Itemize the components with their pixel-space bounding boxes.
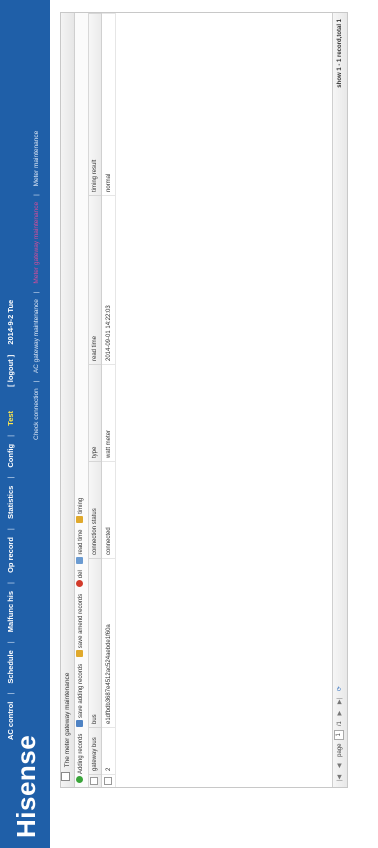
page-total: /1 xyxy=(337,721,343,727)
add-records-button[interactable]: Adding records xyxy=(75,734,88,783)
panel-title-bar: The meter gateway maintenance xyxy=(61,13,75,787)
table-header-row: gateway bus bus connection status type r… xyxy=(89,13,102,787)
page-label: page xyxy=(337,743,343,757)
select-all-checkbox[interactable] xyxy=(89,774,102,787)
save-amend-records-button[interactable]: save amend records xyxy=(75,594,88,658)
column-type[interactable]: type xyxy=(89,364,102,462)
edit-icon xyxy=(76,650,83,658)
add-icon xyxy=(76,776,83,783)
cell-connection-status: connected xyxy=(101,461,116,559)
column-gateway-bus[interactable]: gateway bus xyxy=(89,727,102,775)
cell-gateway-bus: 2 xyxy=(101,727,116,775)
cell-read-time: 2014-09-01 14:22:03 xyxy=(101,195,116,365)
nav-test[interactable]: Test xyxy=(6,411,15,426)
subnav-meter-maintenance[interactable]: Meter maintenance xyxy=(33,131,40,187)
column-connection-status[interactable]: connection status xyxy=(89,461,102,559)
next-page-button[interactable]: ▶ xyxy=(333,711,347,716)
logout-link[interactable]: [ logout ] xyxy=(6,355,15,387)
delete-icon xyxy=(76,580,83,588)
record-count: show 1 - 1 record,total 1 xyxy=(337,19,343,88)
maintenance-panel: The meter gateway maintenance Adding rec… xyxy=(60,12,348,788)
subnav-ac-gateway-maintenance[interactable]: AC gateway maintenance xyxy=(33,299,40,373)
clock-icon xyxy=(76,556,83,564)
meter-gateway-table: gateway bus bus connection status type r… xyxy=(89,13,116,787)
save-icon xyxy=(76,719,83,727)
nav-ac-control[interactable]: AC control xyxy=(6,702,15,740)
top-nav: AC control| Schedule| Malfunc his| Op re… xyxy=(6,299,15,740)
nav-config[interactable]: Config xyxy=(6,444,15,468)
read-time-button[interactable]: read time xyxy=(75,530,88,564)
prev-page-button[interactable]: ◀ xyxy=(333,764,347,769)
nav-op-record[interactable]: Op record xyxy=(6,537,15,573)
page-input[interactable]: 1 xyxy=(334,729,345,740)
refresh-icon[interactable]: ⟳ xyxy=(333,686,347,691)
column-timing-result[interactable]: timing result xyxy=(89,13,102,196)
cell-bus: e1dfbdb3687e4512ac524aebde1f60a xyxy=(101,558,116,728)
brand-logo: Hisense xyxy=(11,734,41,838)
app-screen: Hisense AC control| Schedule| Malfunc hi… xyxy=(0,0,378,848)
sub-nav: Check connection| AC gateway maintenance… xyxy=(33,130,40,440)
header-date: 2014-9-2 Tue xyxy=(6,299,15,345)
nav-statistics[interactable]: Statistics xyxy=(6,486,15,519)
cell-timing-result: normal xyxy=(101,13,116,196)
timing-button[interactable]: timing xyxy=(75,498,88,523)
subnav-check-connection[interactable]: Check connection xyxy=(33,388,40,440)
nav-schedule[interactable]: Schedule xyxy=(6,650,15,683)
header-bar: Hisense AC control| Schedule| Malfunc hi… xyxy=(0,0,50,848)
nav-malfunc-his[interactable]: Malfunc his xyxy=(6,591,15,632)
cell-type: watt meter xyxy=(101,364,116,462)
row-checkbox[interactable] xyxy=(101,774,116,787)
toolbar: Adding records save adding records save … xyxy=(75,13,89,787)
last-page-button[interactable]: ▶| xyxy=(333,698,347,704)
column-read-time[interactable]: read time xyxy=(89,195,102,365)
delete-button[interactable]: del xyxy=(75,570,88,588)
subnav-meter-gateway-maintenance[interactable]: Meter gateway maintenance xyxy=(33,202,40,284)
panel-collapse-checkbox[interactable] xyxy=(61,772,70,781)
pager: |◀ ◀ page 1 /1 ▶ ▶| ⟳ xyxy=(333,681,347,781)
first-page-button[interactable]: |◀ xyxy=(333,775,347,781)
column-bus[interactable]: bus xyxy=(89,558,102,728)
save-adding-records-button[interactable]: save adding records xyxy=(75,664,88,727)
panel-title: The meter gateway maintenance xyxy=(64,672,71,768)
timing-icon xyxy=(76,515,83,523)
pagination-bar: |◀ ◀ page 1 /1 ▶ ▶| ⟳ show 1 - 1 record,… xyxy=(332,13,347,787)
table-row[interactable]: 2 e1dfbdb3687e4512ac524aebde1f60a connec… xyxy=(101,13,116,787)
